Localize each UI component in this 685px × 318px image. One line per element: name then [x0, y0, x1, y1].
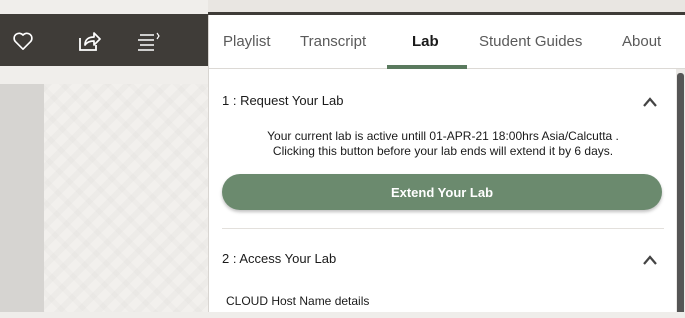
section-access-lab-title: 2 : Access Your Lab [222, 251, 337, 266]
extend-lab-button[interactable]: Extend Your Lab [222, 174, 662, 210]
left-pane [0, 0, 208, 318]
tab-playlist[interactable]: Playlist [223, 33, 271, 50]
chevron-up-icon[interactable] [643, 252, 657, 266]
share-icon[interactable] [76, 28, 102, 54]
tab-student-guides[interactable]: Student Guides [479, 33, 582, 50]
tab-about[interactable]: About [622, 33, 661, 50]
left-toolbar [0, 14, 208, 66]
chevron-up-icon[interactable] [643, 94, 657, 108]
tab-bar: Playlist Transcript Lab Student Guides A… [209, 15, 685, 69]
menu-icon[interactable] [136, 28, 162, 54]
scrollbar-thumb[interactable] [677, 73, 684, 318]
lab-extend-message: Clicking this button before your lab end… [272, 144, 614, 158]
left-gray-strip [0, 84, 44, 318]
bottom-strip [0, 312, 685, 318]
lab-panel: 1 : Request Your Lab Your current lab is… [209, 69, 677, 318]
heart-icon[interactable] [10, 28, 36, 54]
lab-active-message: Your current lab is active untill 01-APR… [267, 129, 619, 143]
right-pane: Playlist Transcript Lab Student Guides A… [208, 15, 685, 318]
background-pattern [44, 84, 208, 318]
section-request-lab-title: 1 : Request Your Lab [222, 93, 344, 108]
cloud-host-name-label: CLOUD Host Name details [226, 294, 370, 308]
section-divider [222, 228, 664, 229]
tab-transcript[interactable]: Transcript [300, 33, 366, 50]
tab-lab[interactable]: Lab [412, 33, 439, 50]
